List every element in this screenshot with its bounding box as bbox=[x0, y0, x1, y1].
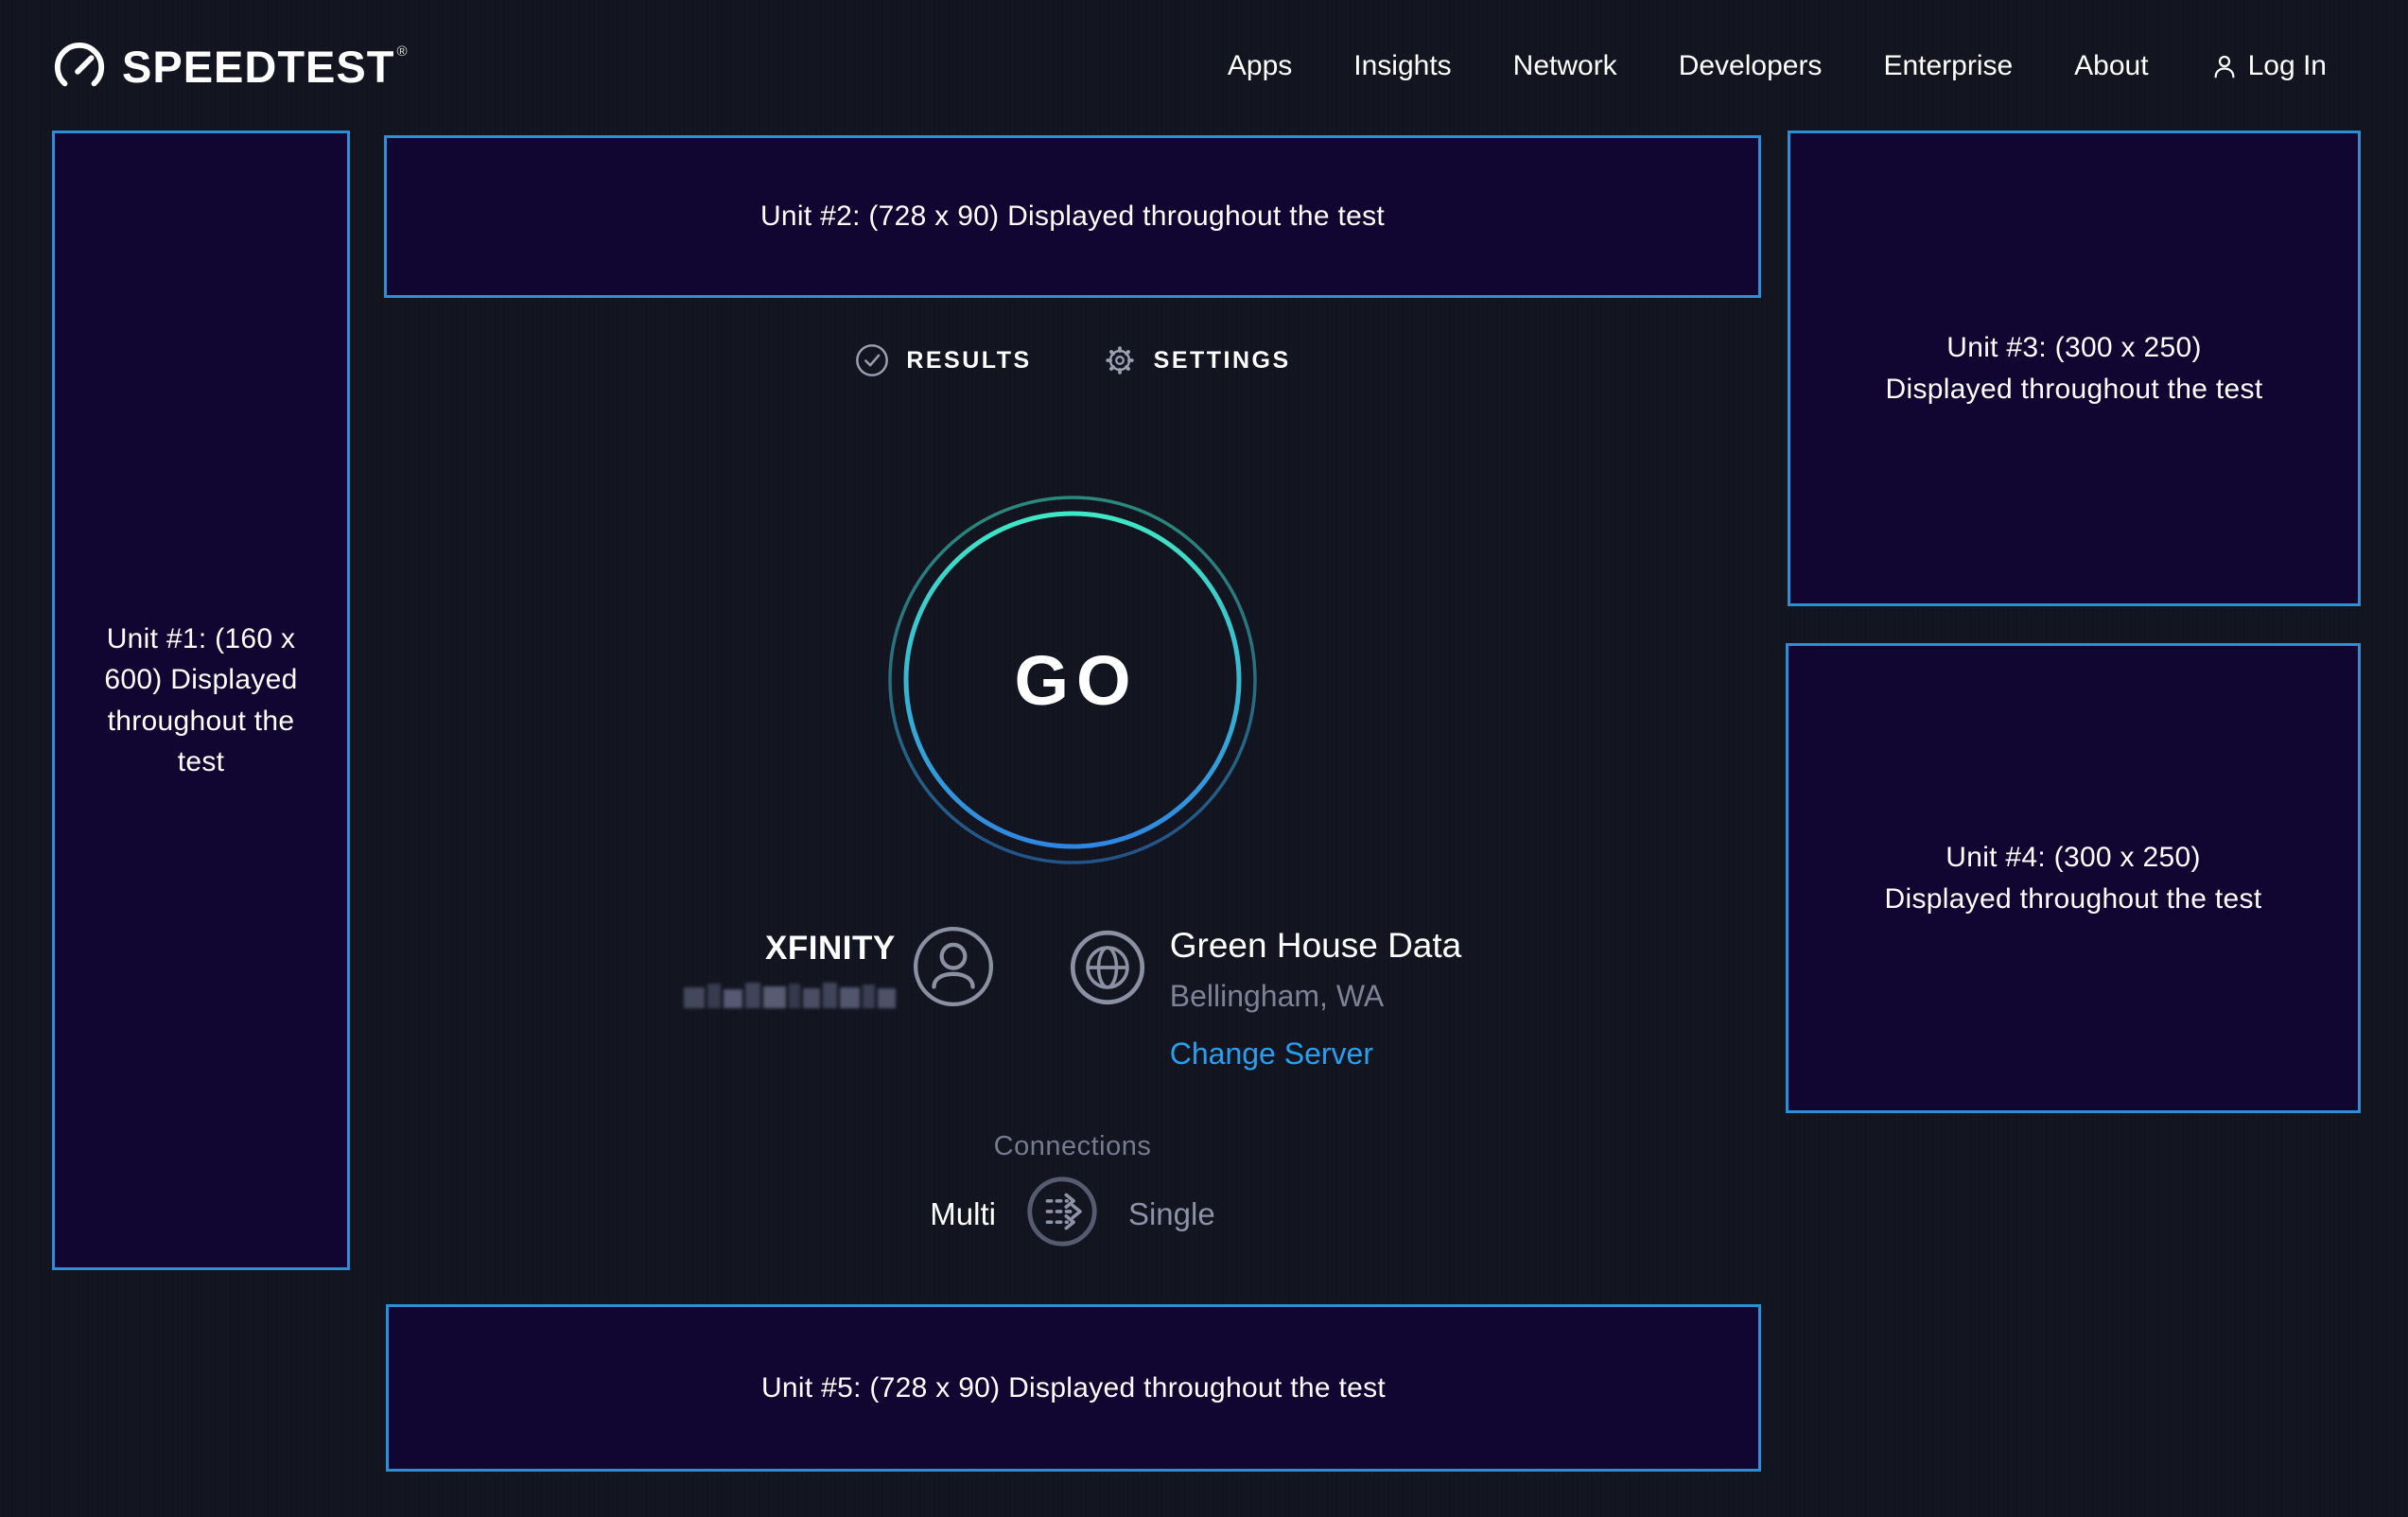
nav-item-enterprise[interactable]: Enterprise bbox=[1883, 50, 2013, 82]
person-icon bbox=[2210, 52, 2239, 80]
ip-address-redacted bbox=[684, 983, 896, 1008]
main-nav: Apps Insights Network Developers Enterpr… bbox=[1228, 50, 2327, 82]
login-button[interactable]: Log In bbox=[2210, 50, 2327, 82]
tab-results-label: RESULTS bbox=[906, 347, 1031, 375]
server-name: Green House Data bbox=[1170, 926, 1462, 966]
nav-item-network[interactable]: Network bbox=[1513, 50, 1617, 82]
ad-unit-1[interactable]: Unit #1: (160 x 600) Displayed throughou… bbox=[52, 131, 350, 1270]
server-info: Green House Data Bellingham, WA Change S… bbox=[1070, 920, 1462, 1072]
ad-unit-5-label: Unit #5: (728 x 90) Displayed throughout… bbox=[761, 1368, 1386, 1409]
login-label: Log In bbox=[2248, 50, 2327, 82]
gear-icon bbox=[1102, 342, 1138, 378]
connections-label: Connections bbox=[994, 1131, 1152, 1162]
person-circle-icon bbox=[913, 926, 994, 1007]
hosts-row: XFINITY Green House Data Bellingham, W bbox=[384, 920, 1761, 1072]
check-circle-icon bbox=[854, 342, 890, 378]
connections-section: Connections Multi Single bbox=[384, 1131, 1761, 1252]
nav-item-developers[interactable]: Developers bbox=[1679, 50, 1823, 82]
isp-name: XFINITY bbox=[765, 930, 896, 968]
nav-item-apps[interactable]: Apps bbox=[1228, 50, 1292, 82]
ad-unit-4-label: Unit #4: (300 x 250) Displayed throughou… bbox=[1884, 837, 2262, 919]
ad-unit-3-label: Unit #3: (300 x 250) Displayed throughou… bbox=[1885, 327, 2263, 410]
multi-connection-arrows-icon[interactable] bbox=[1026, 1176, 1098, 1252]
ad-unit-5[interactable]: Unit #5: (728 x 90) Displayed throughout… bbox=[386, 1304, 1761, 1472]
connections-toggle-row: Multi Single bbox=[930, 1176, 1214, 1252]
ad-unit-3[interactable]: Unit #3: (300 x 250) Displayed throughou… bbox=[1788, 131, 2361, 606]
tab-results[interactable]: RESULTS bbox=[854, 342, 1031, 378]
top-nav-bar: SPEEDTEST® Apps Insights Network Develop… bbox=[0, 0, 2408, 132]
ad-unit-2[interactable]: Unit #2: (728 x 90) Displayed throughout… bbox=[384, 135, 1761, 298]
isp-info: XFINITY bbox=[684, 920, 994, 1072]
connections-multi-label[interactable]: Multi bbox=[930, 1196, 996, 1232]
go-area: GO bbox=[384, 496, 1761, 864]
connections-single-label[interactable]: Single bbox=[1128, 1196, 1215, 1232]
speedtest-logo[interactable]: SPEEDTEST® bbox=[52, 39, 408, 94]
tabs-row: RESULTS SETTINGS bbox=[384, 342, 1761, 378]
server-location: Bellingham, WA bbox=[1170, 979, 1462, 1014]
globe-icon bbox=[1070, 930, 1145, 1005]
tab-settings[interactable]: SETTINGS bbox=[1102, 342, 1291, 378]
logo-wordmark: SPEEDTEST® bbox=[122, 41, 408, 93]
ad-unit-2-label: Unit #2: (728 x 90) Displayed throughout… bbox=[760, 196, 1385, 237]
speedometer-gauge-icon bbox=[52, 39, 107, 94]
go-button[interactable]: GO bbox=[888, 496, 1257, 864]
tab-settings-label: SETTINGS bbox=[1154, 347, 1291, 375]
nav-item-about[interactable]: About bbox=[2074, 50, 2148, 82]
change-server-link[interactable]: Change Server bbox=[1170, 1037, 1462, 1072]
nav-item-insights[interactable]: Insights bbox=[1353, 50, 1451, 82]
go-button-label: GO bbox=[888, 496, 1257, 864]
ad-unit-1-label: Unit #1: (160 x 600) Displayed throughou… bbox=[99, 619, 303, 783]
ad-unit-4[interactable]: Unit #4: (300 x 250) Displayed throughou… bbox=[1786, 643, 2361, 1113]
